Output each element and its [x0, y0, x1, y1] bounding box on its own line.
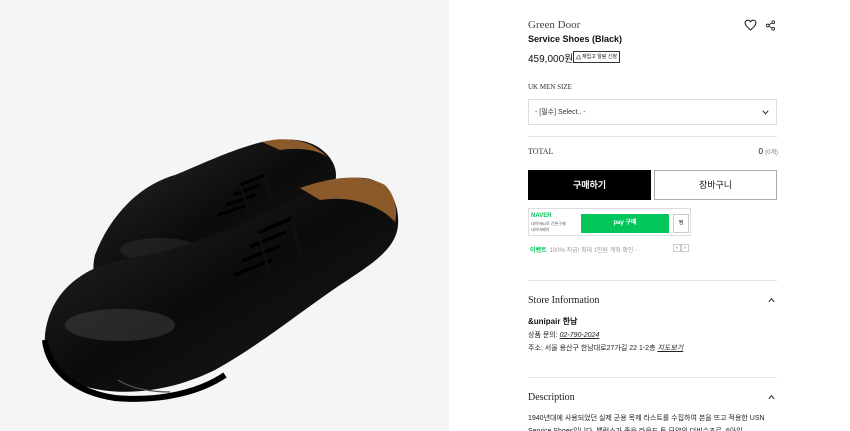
product-image — [0, 0, 449, 431]
event-pager: ‹ › — [673, 244, 689, 252]
naver-pay-line2: 네이버페이 — [531, 227, 550, 232]
event-prev-button[interactable]: ‹ — [673, 244, 681, 252]
chevron-down-icon — [762, 110, 769, 115]
add-to-cart-button[interactable]: 장바구니 — [654, 170, 777, 200]
size-select[interactable]: - [필수] Select.. - — [528, 99, 777, 125]
total-label: TOTAL — [528, 147, 554, 156]
store-phone-link[interactable]: 02-790-2024 — [560, 332, 600, 339]
event-text: 100% 지급! 최대 1만원 계좌 확인··· — [549, 248, 640, 254]
naver-logo: NAVER — [531, 213, 552, 219]
store-info-header[interactable]: Store Information — [528, 295, 599, 306]
description-header[interactable]: Description — [528, 392, 575, 403]
product-name: Service Shoes (Black) — [528, 34, 623, 44]
store-address-line: 주소: 서울 용산구 한남대로27가길 22 1-2층 지도보기 — [528, 343, 683, 353]
description-text: 1940년대에 사용되었던 실제 군용 목제 라스트를 수집하여 본을 뜨고 적… — [528, 415, 765, 431]
divider — [528, 377, 777, 378]
naver-pay-button[interactable]: pay 구매 — [581, 214, 669, 233]
size-select-value: - [필수] Select.. - — [535, 109, 586, 116]
divider — [528, 136, 777, 137]
black-shoes-illustration — [42, 139, 399, 402]
heart-icon[interactable] — [744, 19, 757, 31]
total-count: (0개) — [765, 150, 778, 156]
total-amount: 0 — [758, 147, 763, 156]
product-price: 459,000원 — [528, 54, 574, 65]
naver-pay-widget: NAVER 네이버ID로 간편구매 네이버페이 pay 구매 찜 — [528, 208, 691, 236]
product-info-panel: Green Door Service Shoes (Black) 459,000… — [528, 0, 778, 431]
size-option-label: UK MEN SIZE — [528, 83, 572, 91]
event-next-button[interactable]: › — [681, 244, 689, 252]
brand-name[interactable]: Green Door — [528, 19, 580, 31]
store-phone-line: 상품 문의: 02-790-2024 — [528, 330, 599, 340]
event-tag: 이벤트 — [530, 248, 547, 254]
store-name: &unipair 한남 — [528, 317, 578, 326]
naver-wishlist-button[interactable]: 찜 — [673, 214, 689, 233]
share-icon[interactable] — [765, 20, 776, 31]
chevron-up-icon[interactable] — [767, 393, 776, 402]
bell-icon — [576, 54, 581, 59]
restock-alert-button[interactable]: 재입고 알림 신청 — [573, 51, 620, 63]
store-address: 주소: 서울 용산구 한남대로27가길 22 1-2층 — [528, 345, 658, 352]
store-phone-label: 상품 문의: — [528, 332, 560, 339]
restock-alert-label: 재입고 알림 신청 — [582, 54, 617, 60]
map-link[interactable]: 지도보기 — [657, 345, 683, 352]
total-value: 0 (0개) — [758, 147, 778, 156]
buy-button[interactable]: 구매하기 — [528, 170, 651, 200]
naver-pay-event[interactable]: 이벤트 100% 지급! 최대 1만원 계좌 확인··· — [530, 245, 639, 254]
divider — [528, 280, 777, 281]
chevron-up-icon[interactable] — [767, 296, 776, 305]
